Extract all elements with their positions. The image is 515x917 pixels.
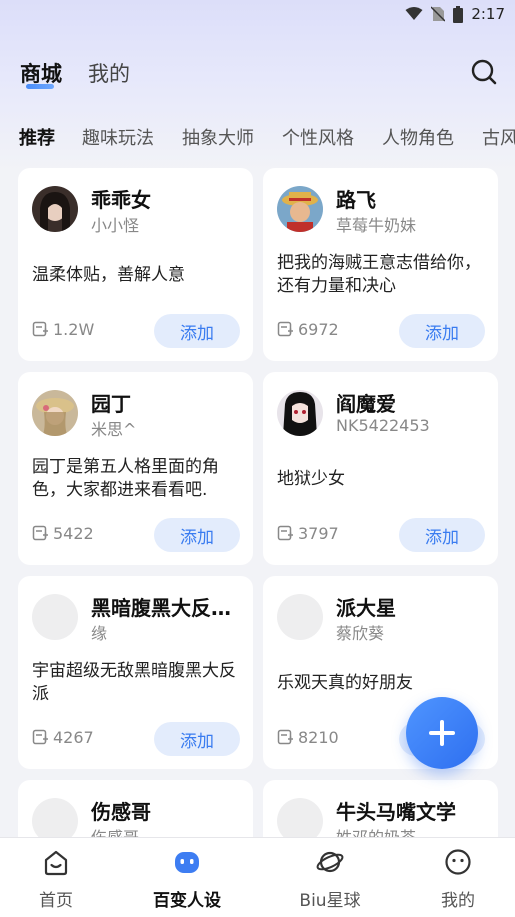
card-description: 把我的海贼王意志借给你，还有力量和决心 xyxy=(277,253,481,296)
add-button[interactable]: 添加 xyxy=(399,314,485,348)
character-card[interactable]: 路飞 草莓牛奶妹 把我的海贼王意志借给你，还有力量和决心 6972 添加 xyxy=(263,168,498,361)
card-name: 阎魔爱 xyxy=(336,392,396,416)
character-card[interactable]: 黑暗腹黑大反… 缘 宇宙超级无敌黑暗腹黑大反派 4267 添加 xyxy=(18,576,253,769)
bottom-navigation: 首页 百变人设 Biu星球 我的 xyxy=(0,837,515,917)
category-bar: 推荐 趣味玩法 抽象大师 个性风格 人物角色 古风 xyxy=(0,122,515,152)
card-usage-count: 6972 xyxy=(277,320,339,339)
add-button[interactable]: 添加 xyxy=(154,722,240,756)
count-value: 6972 xyxy=(298,320,339,339)
search-icon[interactable] xyxy=(470,58,498,86)
character-card[interactable]: 园丁 米思^ 园丁是第五人格里面的角色，大家都进来看看吧. 5422 添加 xyxy=(18,372,253,565)
avatar xyxy=(277,186,323,232)
tab-active-indicator xyxy=(26,84,54,89)
nav-home[interactable]: 首页 xyxy=(6,838,106,917)
no-sim-icon xyxy=(431,6,446,22)
card-description: 温柔体贴，善解人意 xyxy=(32,265,185,285)
card-author: NK5422453 xyxy=(336,416,430,435)
chat-add-icon xyxy=(277,321,293,337)
card-name: 乖乖女 xyxy=(91,188,151,212)
character-card[interactable]: 乖乖女 小小怪 温柔体贴，善解人意 1.2W 添加 xyxy=(18,168,253,361)
card-author: 缘 xyxy=(91,624,108,643)
card-author: 小小怪 xyxy=(91,216,140,235)
card-name: 黑暗腹黑大反… xyxy=(91,596,231,620)
card-usage-count: 5422 xyxy=(32,524,94,543)
chat-add-icon xyxy=(277,525,293,541)
count-value: 5422 xyxy=(53,524,94,543)
chat-add-icon xyxy=(32,525,48,541)
robot-face-icon xyxy=(175,852,199,873)
category-style[interactable]: 个性风格 xyxy=(282,124,354,150)
category-character[interactable]: 人物角色 xyxy=(382,124,454,150)
avatar xyxy=(32,390,78,436)
add-button[interactable]: 添加 xyxy=(154,518,240,552)
nav-planet[interactable]: Biu星球 xyxy=(280,838,380,917)
card-usage-count: 8210 xyxy=(277,728,339,747)
chat-add-icon xyxy=(32,729,48,745)
home-icon xyxy=(44,850,68,876)
tab-mine[interactable]: 我的 xyxy=(88,58,130,88)
category-recommend[interactable]: 推荐 xyxy=(19,124,55,150)
character-card[interactable]: 阎魔爱 NK5422453 地狱少女 3797 添加 xyxy=(263,372,498,565)
add-button[interactable]: 添加 xyxy=(154,314,240,348)
status-time: 2:17 xyxy=(471,5,505,23)
card-name: 伤感哥 xyxy=(91,800,151,824)
status-bar: 2:17 xyxy=(0,0,515,28)
category-ancient[interactable]: 古风 xyxy=(482,124,515,150)
nav-label: 我的 xyxy=(441,891,475,911)
avatar xyxy=(32,186,78,232)
status-icons: 2:17 xyxy=(405,4,505,24)
card-name: 牛头马嘴文学 xyxy=(336,800,456,824)
card-usage-count: 4267 xyxy=(32,728,94,747)
card-author: 蔡欣葵 xyxy=(336,624,385,643)
wifi-icon xyxy=(405,7,423,20)
card-usage-count: 1.2W xyxy=(32,320,94,339)
nav-label: 首页 xyxy=(39,891,73,911)
avatar-placeholder xyxy=(32,594,78,640)
count-value: 3797 xyxy=(298,524,339,543)
card-name: 路飞 xyxy=(336,188,376,212)
chat-add-icon xyxy=(277,729,293,745)
top-tab-bar: 商城 我的 xyxy=(0,52,515,92)
plus-icon xyxy=(429,720,455,746)
card-description: 乐观天真的好朋友 xyxy=(277,673,413,693)
count-value: 1.2W xyxy=(53,320,95,339)
battery-icon xyxy=(453,5,464,23)
nav-persona[interactable]: 百变人设 xyxy=(137,838,237,917)
add-button[interactable]: 添加 xyxy=(399,518,485,552)
count-value: 4267 xyxy=(53,728,94,747)
card-description: 地狱少女 xyxy=(277,469,345,489)
category-fun[interactable]: 趣味玩法 xyxy=(82,124,154,150)
card-author: 草莓牛奶妹 xyxy=(336,216,417,235)
create-fab-button[interactable] xyxy=(406,697,478,769)
chat-add-icon xyxy=(32,321,48,337)
nav-label: 百变人设 xyxy=(153,891,221,911)
category-abstract[interactable]: 抽象大师 xyxy=(182,124,254,150)
card-name: 派大星 xyxy=(336,596,396,620)
card-author: 米思^ xyxy=(91,420,137,439)
planet-icon xyxy=(316,851,344,873)
nav-mine[interactable]: 我的 xyxy=(408,838,508,917)
card-description: 宇宙超级无敌黑暗腹黑大反派 xyxy=(32,661,236,704)
avatar xyxy=(277,390,323,436)
card-name: 园丁 xyxy=(91,392,131,416)
card-description: 园丁是第五人格里面的角色，大家都进来看看吧. xyxy=(32,457,219,500)
smiley-icon xyxy=(445,849,471,875)
avatar-placeholder xyxy=(277,594,323,640)
card-usage-count: 3797 xyxy=(277,524,339,543)
count-value: 8210 xyxy=(298,728,339,747)
nav-label: Biu星球 xyxy=(299,891,361,911)
